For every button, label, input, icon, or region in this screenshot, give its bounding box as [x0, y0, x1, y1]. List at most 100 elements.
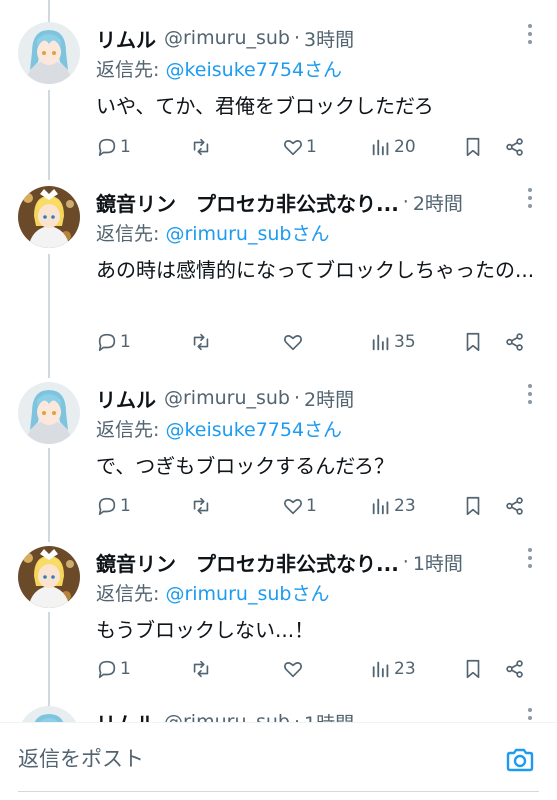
retweet-button[interactable] — [190, 327, 212, 357]
tweet[interactable]: 鏡音リン プロセカ非公式なり... · 1時間 返信先: @rimuru_sub… — [0, 546, 557, 696]
reply-button[interactable]: 1 — [96, 654, 131, 684]
timestamp[interactable]: 3時間 — [304, 25, 354, 52]
reply-icon — [98, 660, 116, 679]
rimuru-avatar-icon — [18, 22, 80, 84]
separator: · — [402, 191, 409, 213]
reply-icon — [98, 497, 116, 516]
reply-count: 1 — [120, 332, 131, 352]
view-count: 35 — [394, 332, 416, 352]
retweet-icon — [193, 497, 209, 515]
like-button[interactable] — [282, 654, 304, 684]
more-options-icon[interactable] — [527, 548, 533, 574]
user-handle[interactable]: @rimuru_sub — [164, 387, 290, 409]
reply-to: 返信先: @rimuru_subさん — [96, 579, 329, 606]
share-button[interactable] — [504, 327, 526, 357]
retweet-icon — [193, 660, 209, 678]
timestamp[interactable]: 2時間 — [304, 385, 354, 412]
reply-to: 返信先: @keisuke7754さん — [96, 415, 342, 442]
like-button[interactable]: 1 — [282, 491, 317, 521]
separator: · — [294, 387, 301, 409]
more-options-icon[interactable] — [527, 384, 533, 410]
avatar[interactable] — [18, 186, 80, 248]
heart-icon — [284, 499, 302, 515]
analytics-icon — [372, 334, 389, 351]
reply-to-mention[interactable]: @keisuke7754さん — [165, 59, 342, 81]
like-button[interactable] — [282, 327, 304, 357]
reply-to-mention[interactable]: @rimuru_subさん — [165, 583, 329, 605]
camera-icon[interactable] — [505, 745, 535, 775]
reply-button[interactable]: 1 — [96, 327, 131, 357]
tweet[interactable]: 鏡音リン プロセカ非公式なり... · 2時間 返信先: @rimuru_sub… — [0, 186, 557, 376]
reply-to: 返信先: @rimuru_subさん — [96, 219, 329, 246]
separator: · — [402, 551, 409, 573]
tweet-text: で、つぎもブロックするんだろ？ — [96, 454, 394, 478]
retweet-button[interactable] — [190, 132, 212, 162]
tweet[interactable]: リムル @rimuru_sub · 2時間 返信先: @keisuke7754さ… — [0, 382, 557, 532]
reply-icon — [98, 138, 116, 157]
reply-count: 1 — [120, 659, 131, 679]
timestamp[interactable]: 1時間 — [413, 549, 463, 576]
tweet-text: いや、てか、君俺をブロックしただろ — [96, 94, 434, 118]
analytics-icon — [372, 498, 389, 515]
bookmark-button[interactable] — [462, 327, 484, 357]
avatar[interactable] — [18, 546, 80, 608]
analytics-icon — [372, 139, 389, 156]
rimuru-avatar-icon — [18, 382, 80, 444]
views-button[interactable]: 23 — [370, 654, 416, 684]
bookmark-button[interactable] — [462, 491, 484, 521]
reply-to-prefix: 返信先: — [96, 583, 166, 605]
analytics-icon — [372, 661, 389, 678]
action-bar: 1 23 — [96, 654, 536, 684]
reply-composer — [0, 722, 557, 800]
display-name[interactable]: リムル — [96, 24, 156, 53]
share-button[interactable] — [504, 491, 526, 521]
heart-icon — [284, 662, 302, 678]
bookmark-icon — [466, 137, 480, 157]
more-options-icon[interactable] — [527, 188, 533, 214]
retweet-button[interactable] — [190, 491, 212, 521]
reply-button[interactable]: 1 — [96, 132, 131, 162]
tweet-text: もうブロックしない...！ — [96, 618, 315, 642]
action-bar: 1 1 20 — [96, 132, 536, 162]
display-name[interactable]: リムル — [96, 384, 156, 413]
rin-avatar-icon — [18, 186, 80, 248]
heart-icon — [284, 335, 302, 351]
share-icon — [506, 660, 523, 678]
rin-avatar-icon — [18, 546, 80, 608]
reply-icon — [98, 333, 116, 352]
display-name[interactable]: 鏡音リン プロセカ非公式なり... — [96, 188, 399, 217]
bookmark-icon — [466, 659, 480, 679]
tweet-text: あの時は感情的になってブロックしちゃったの... — [96, 258, 535, 282]
display-name[interactable]: 鏡音リン プロセカ非公式なり... — [96, 548, 399, 577]
share-icon — [506, 138, 523, 156]
share-button[interactable] — [504, 132, 526, 162]
like-count: 1 — [306, 137, 317, 157]
retweet-icon — [193, 333, 209, 351]
tweet[interactable]: リムル @rimuru_sub · 3時間 返信先: @keisuke7754さ… — [0, 22, 557, 172]
views-button[interactable]: 23 — [370, 491, 416, 521]
timestamp[interactable]: 2時間 — [413, 189, 463, 216]
tweet-header: 鏡音リン プロセカ非公式なり... · 1時間 — [96, 546, 517, 578]
reply-to-mention[interactable]: @rimuru_subさん — [165, 223, 329, 245]
reply-to-mention[interactable]: @keisuke7754さん — [165, 419, 342, 441]
avatar[interactable] — [18, 22, 80, 84]
reply-to-prefix: 返信先: — [96, 419, 166, 441]
share-button[interactable] — [504, 654, 526, 684]
reply-count: 1 — [120, 137, 131, 157]
avatar[interactable] — [18, 382, 80, 444]
action-bar: 1 1 23 — [96, 491, 536, 521]
views-button[interactable]: 35 — [370, 327, 416, 357]
views-button[interactable]: 20 — [370, 132, 416, 162]
action-bar: 1 35 — [96, 327, 536, 357]
bookmark-button[interactable] — [462, 654, 484, 684]
reply-button[interactable]: 1 — [96, 491, 131, 521]
heart-icon — [284, 140, 302, 156]
user-handle[interactable]: @rimuru_sub — [164, 27, 290, 49]
reply-input[interactable] — [18, 747, 458, 771]
tweet-header: リムル @rimuru_sub · 3時間 — [96, 22, 517, 54]
like-button[interactable]: 1 — [282, 132, 317, 162]
reply-to: 返信先: @keisuke7754さん — [96, 55, 342, 82]
retweet-button[interactable] — [190, 654, 212, 684]
bookmark-button[interactable] — [462, 132, 484, 162]
more-options-icon[interactable] — [527, 24, 533, 50]
